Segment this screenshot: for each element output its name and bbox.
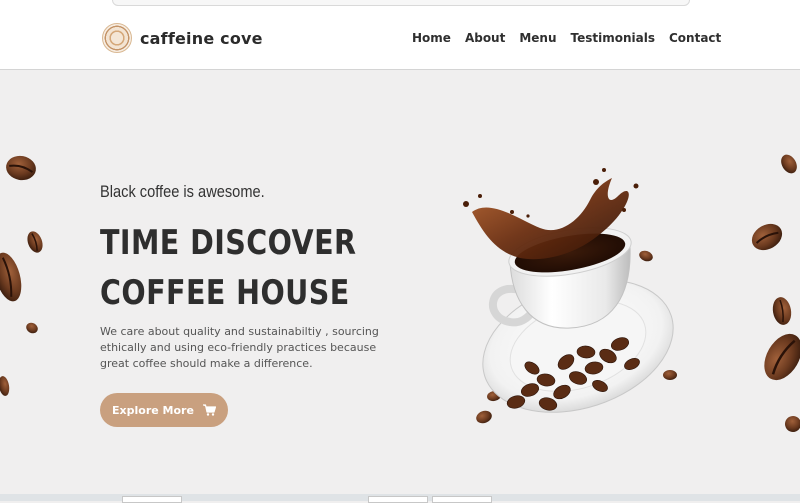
bottom-tab-segment xyxy=(432,496,492,503)
shopping-cart-icon xyxy=(202,404,216,416)
hero-title: TIME DISCOVER COFFEE HOUSE xyxy=(100,218,356,318)
browser-bottom-bar xyxy=(0,494,800,503)
bottom-tab-segment xyxy=(122,496,182,503)
explore-more-label: Explore More xyxy=(112,403,194,417)
hero-title-line-1: TIME DISCOVER xyxy=(100,223,357,263)
hero-description: We care about quality and sustainabiltiy… xyxy=(100,325,379,370)
hero-title-line-2: COFFEE HOUSE xyxy=(100,273,350,313)
hero-tagline: Black coffee is awesome. xyxy=(100,182,265,201)
explore-more-button[interactable]: Explore More xyxy=(100,393,228,427)
bottom-tab-segment xyxy=(368,496,428,503)
